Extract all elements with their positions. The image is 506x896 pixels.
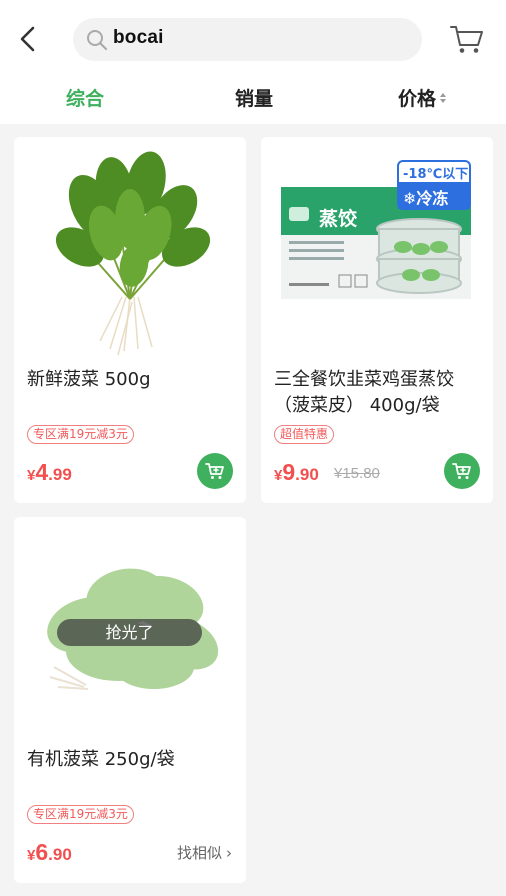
chevron-right-icon: › (226, 844, 233, 862)
product-title[interactable]: 新鲜菠菜 500g (27, 367, 237, 393)
search-bar[interactable]: bocai (73, 18, 422, 61)
product-price: ¥4.99 (27, 459, 72, 485)
product-image (55, 151, 211, 356)
add-to-cart-button[interactable] (444, 453, 480, 489)
search-icon (87, 30, 108, 51)
top-bar: bocai 综合 销量 价格 (0, 0, 506, 124)
find-similar-link[interactable]: 找相似 › (177, 842, 232, 863)
tab-sales[interactable]: 销量 (235, 84, 273, 111)
product-card[interactable]: 蒸饺 -18℃以下 ❄冷冻 三全餐饮韭菜鸡蛋蒸饺（菠菜皮） 400g/袋 超值特… (261, 137, 493, 503)
temperature-badge: -18℃以下 (403, 167, 469, 182)
sort-arrows-icon[interactable] (439, 92, 447, 104)
sold-out-overlay: 抢光了 (57, 619, 202, 646)
product-card[interactable]: 抢光了 有机菠菜 250g/袋 专区满19元减3元 ¥6.90 找相似 › (14, 517, 246, 883)
product-title[interactable]: 有机菠菜 250g/袋 (27, 747, 237, 773)
promo-tag: 专区满19元减3元 (27, 805, 134, 824)
promo-tag: 专区满19元减3元 (27, 425, 134, 444)
cart-icon (452, 463, 471, 479)
chevron-left-icon (20, 26, 35, 52)
product-price: ¥9.90 (274, 459, 319, 485)
add-to-cart-button[interactable] (197, 453, 233, 489)
original-price: ¥15.80 (334, 465, 380, 482)
product-title[interactable]: 三全餐饮韭菜鸡蛋蒸饺（菠菜皮） 400g/袋 (274, 367, 484, 419)
tab-price[interactable]: 价格 (398, 84, 436, 111)
product-price: ¥6.90 (27, 839, 72, 865)
snowflake-icon: ❄ (403, 189, 417, 208)
cart-icon[interactable] (449, 23, 485, 55)
package-label: 蒸饺 (319, 208, 358, 230)
promo-tag: 超值特惠 (274, 425, 335, 444)
frozen-badge: ❄冷冻 (403, 189, 449, 208)
tab-comprehensive[interactable]: 综合 (66, 84, 104, 111)
cart-icon (205, 463, 224, 479)
sort-tabs: 综合 销量 价格 (0, 80, 506, 114)
product-card[interactable]: 新鲜菠菜 500g 专区满19元减3元 ¥4.99 (14, 137, 246, 503)
back-button[interactable] (14, 24, 42, 54)
search-query[interactable]: bocai (113, 27, 164, 49)
